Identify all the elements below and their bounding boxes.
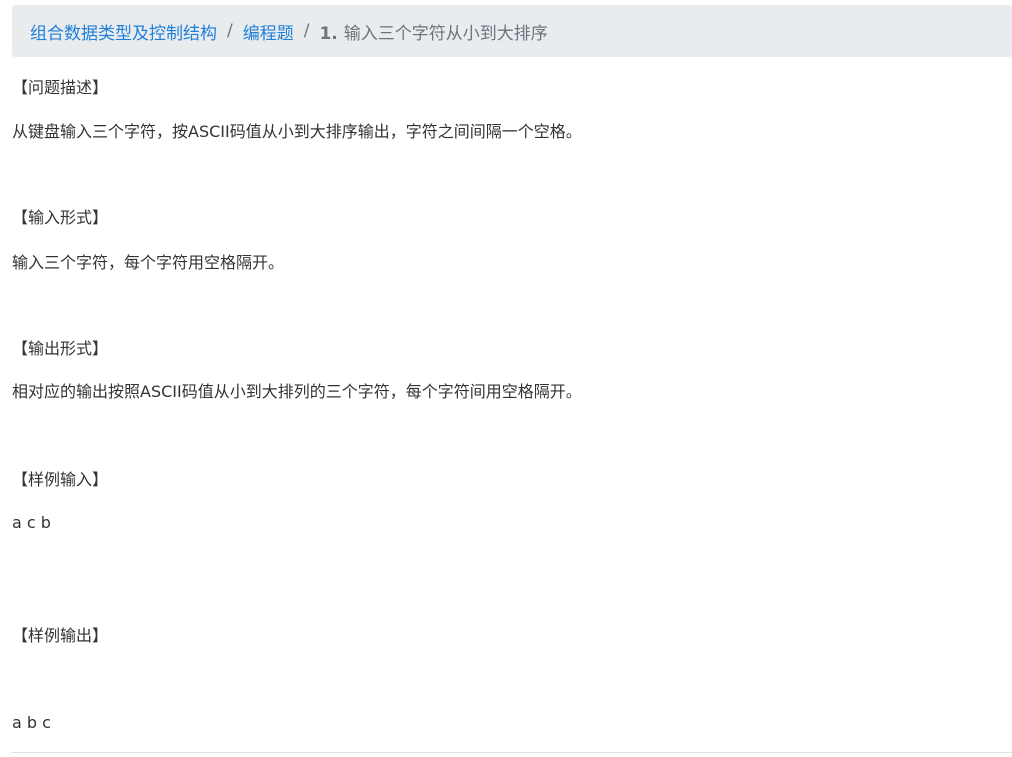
divider xyxy=(12,752,1012,753)
breadcrumb-item-course[interactable]: 组合数据类型及控制结构 xyxy=(30,19,217,44)
sample-output-heading: 【样例输出】 xyxy=(12,626,109,645)
breadcrumb-current: 1. 输入三个字符从小到大排序 xyxy=(319,19,547,44)
breadcrumb-separator: / xyxy=(227,21,233,41)
problem-number: 1. xyxy=(319,23,338,44)
sample-output: a b c xyxy=(12,713,51,732)
sample-input: a c b xyxy=(12,513,51,532)
input-format-text: 输入三个字符，每个字符用空格隔开。 xyxy=(12,253,285,272)
sample-input-heading: 【样例输入】 xyxy=(12,470,109,489)
output-format-heading: 【输出形式】 xyxy=(12,339,109,358)
breadcrumb-item-programming[interactable]: 编程题 xyxy=(243,19,294,44)
description-heading: 【问题描述】 xyxy=(12,78,109,97)
breadcrumb: 组合数据类型及控制结构 / 编程题 / 1. 输入三个字符从小到大排序 xyxy=(12,5,1012,57)
breadcrumb-separator: / xyxy=(303,21,310,41)
output-format-text: 相对应的输出按照ASCII码值从小到大排列的三个字符，每个字符间用空格隔开。 xyxy=(12,382,582,401)
problem-title: 输入三个字符从小到大排序 xyxy=(343,23,548,44)
description-text: 从键盘输入三个字符，按ASCII码值从小到大排序输出，字符之间间隔一个空格。 xyxy=(12,122,582,141)
input-format-heading: 【输入形式】 xyxy=(12,208,109,227)
